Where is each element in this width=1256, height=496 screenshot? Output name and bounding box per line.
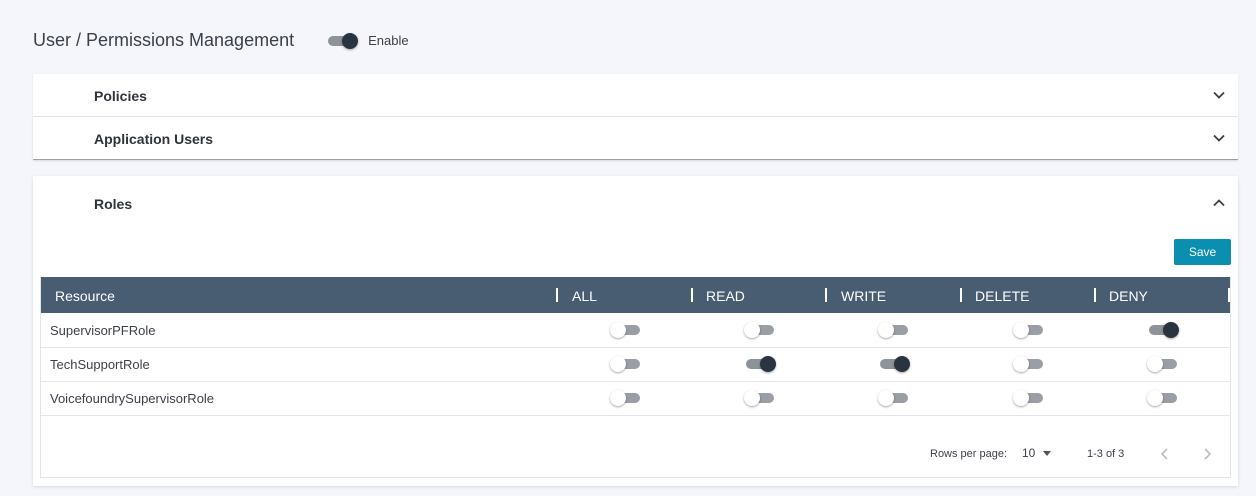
toggle-read[interactable]: [744, 354, 778, 374]
column-header-all[interactable]: ALL: [572, 288, 597, 304]
toggle-delete[interactable]: [1013, 320, 1047, 340]
table-row: VoicefoundrySupervisorRole: [41, 381, 1230, 416]
toggle-deny[interactable]: [1147, 320, 1181, 340]
toggle-read[interactable]: [744, 388, 778, 408]
toggle-deny[interactable]: [1147, 388, 1181, 408]
enable-toggle[interactable]: Enable: [326, 31, 409, 51]
role-name: VoicefoundrySupervisorRole: [50, 391, 215, 406]
rows-per-page-select[interactable]: 10: [1022, 446, 1052, 460]
toggle-write[interactable]: [878, 388, 912, 408]
page-range: 1-3 of 3: [1087, 448, 1125, 460]
rows-per-page-value: 10: [1022, 446, 1036, 460]
policies-panel[interactable]: Policies: [33, 74, 1238, 117]
column-header-read[interactable]: READ: [706, 288, 745, 304]
table-pagination: Rows per page: 10 1-3 of 3: [41, 446, 1230, 466]
table-header: Resource ALL READ WRITE DELETE DENY: [41, 277, 1230, 313]
column-divider[interactable]: [1094, 288, 1096, 302]
roles-panel: Roles Save Resource ALL READ WRITE DELET…: [33, 176, 1238, 486]
column-divider[interactable]: [1228, 288, 1230, 302]
save-button[interactable]: Save: [1174, 239, 1231, 265]
page-title: User / Permissions Management: [33, 30, 295, 50]
toggle-all[interactable]: [610, 388, 644, 408]
toggle-read[interactable]: [744, 320, 778, 340]
enable-label: Enable: [368, 33, 409, 48]
column-divider[interactable]: [691, 288, 693, 302]
chevron-down-icon[interactable]: [1212, 131, 1226, 145]
caret-down-icon: [1043, 450, 1052, 456]
toggle-write[interactable]: [878, 354, 912, 374]
column-divider[interactable]: [556, 288, 558, 302]
toggle-write[interactable]: [878, 320, 912, 340]
application-users-panel[interactable]: Application Users: [33, 117, 1238, 160]
role-name: TechSupportRole: [50, 357, 150, 372]
role-name: SupervisorPFRole: [50, 323, 156, 338]
rows-per-page-label: Rows per page:: [930, 448, 1008, 460]
table-row: SupervisorPFRole: [41, 313, 1230, 348]
application-users-title: Application Users: [94, 131, 214, 147]
toggle-delete[interactable]: [1013, 388, 1047, 408]
column-header-resource[interactable]: Resource: [55, 288, 115, 304]
enable-switch[interactable]: [326, 31, 360, 51]
roles-table: Resource ALL READ WRITE DELETE DENY Supe…: [40, 277, 1231, 478]
policies-title: Policies: [94, 88, 147, 104]
column-header-delete[interactable]: DELETE: [975, 288, 1029, 304]
toggle-all[interactable]: [610, 320, 644, 340]
toggle-delete[interactable]: [1013, 354, 1047, 374]
toggle-deny[interactable]: [1147, 354, 1181, 374]
column-divider[interactable]: [825, 288, 827, 302]
toggle-all[interactable]: [610, 354, 644, 374]
page-header: User / Permissions Management Enable: [33, 30, 409, 51]
column-header-write[interactable]: WRITE: [841, 288, 886, 304]
column-header-deny[interactable]: DENY: [1109, 288, 1148, 304]
chevron-up-icon[interactable]: [1212, 196, 1226, 210]
roles-title: Roles: [94, 196, 133, 212]
chevron-down-icon[interactable]: [1212, 88, 1226, 102]
chevron-left-icon[interactable]: [1158, 446, 1172, 462]
chevron-right-icon[interactable]: [1200, 446, 1214, 462]
column-divider[interactable]: [960, 288, 962, 302]
table-row: TechSupportRole: [41, 347, 1230, 382]
